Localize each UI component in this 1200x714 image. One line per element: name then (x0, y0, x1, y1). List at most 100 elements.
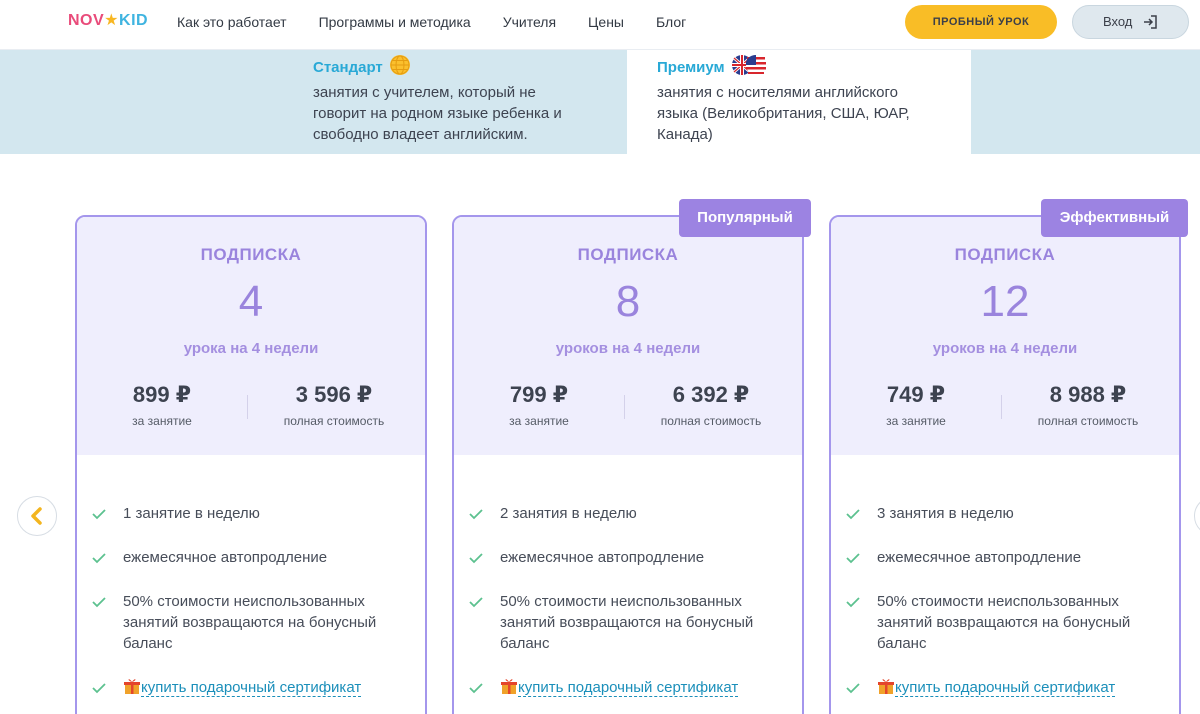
plan-period: урока на 4 недели (183, 340, 319, 357)
price-per-lesson: 749 ₽ за занятие (831, 382, 1001, 428)
premium-description: занятия с носителями английского языка (… (657, 82, 910, 145)
price-total-value: 6 392 ₽ (672, 382, 750, 407)
plan-card-4: ПОДПИСКА 4 урока на 4 недели 899 ₽ за за… (75, 215, 427, 714)
plan-lesson-count: 8 (615, 277, 641, 326)
globe-icon (389, 54, 411, 80)
plan-label: ПОДПИСКА (200, 245, 302, 264)
feature-item: 3 занятия в неделю (845, 503, 1165, 524)
price-total-label: полная стоимость (283, 414, 385, 428)
carousel-prev-button[interactable] (17, 496, 57, 536)
standard-title-row: Стандарт (313, 54, 562, 80)
feature-item: 2 занятия в неделю (468, 503, 788, 524)
price-total-value: 3 596 ₽ (295, 382, 373, 407)
feature-item: 50% стоимости неиспользованных занятий в… (845, 591, 1165, 654)
plan-period: уроков на 4 недели (932, 340, 1078, 357)
price-total-label: полная стоимость (1037, 414, 1139, 428)
price-per-lesson-label: за занятие (132, 414, 192, 428)
feature-item: ежемесячное автопродление (468, 547, 788, 568)
feature-item: 50% стоимости неиспользованных занятий в… (468, 591, 788, 654)
plan-label: ПОДПИСКА (577, 245, 679, 264)
price-per-lesson-value: 899 ₽ (132, 382, 192, 407)
feature-text: 50% стоимости неиспользованных занятий в… (500, 593, 754, 652)
novakid-logo[interactable]: NOV★KID (68, 10, 148, 38)
feature-text: ежемесячное автопродление (877, 549, 1082, 566)
check-icon (91, 594, 107, 615)
nav-teachers[interactable]: Учителя (503, 13, 556, 31)
plan-card-12: ПОДПИСКА 12 уроков на 4 недели 749 ₽ за … (829, 215, 1181, 714)
price-per-lesson-label: за занятие (509, 414, 569, 428)
logo-star-icon: ★ (104, 12, 120, 29)
price-per-lesson: 799 ₽ за занятие (454, 382, 624, 428)
price-divider (1001, 395, 1002, 419)
plan-period: уроков на 4 недели (555, 340, 701, 357)
check-icon (845, 506, 861, 527)
nav-blog[interactable]: Блог (656, 13, 686, 31)
check-icon (91, 550, 107, 571)
plan-card-8: ПОДПИСКА 8 уроков на 4 недели 799 ₽ за з… (452, 215, 804, 714)
premium-desc-line: Канада) (657, 126, 713, 143)
price-divider (247, 395, 248, 419)
feature-item: купить подарочный сертификат (845, 677, 1165, 698)
gift-icon (500, 679, 518, 696)
logo-text-kid: KID (119, 12, 149, 29)
gift-certificate-link[interactable]: купить подарочный сертификат (518, 679, 739, 697)
plan-features: 3 занятия в неделю ежемесячное автопродл… (845, 503, 1165, 714)
feature-item: купить подарочный сертификат (468, 677, 788, 698)
trial-lesson-button[interactable]: ПРОБНЫЙ УРОК (905, 5, 1057, 39)
feature-text: ежемесячное автопродление (123, 549, 328, 566)
check-icon (845, 550, 861, 571)
site-header: NOV★KID Как это работает Программы и мет… (0, 0, 1200, 50)
chevron-left-icon (31, 507, 42, 525)
premium-desc-line: занятия с носителями английского (657, 84, 898, 101)
teacher-type-standard[interactable]: Стандарт занятия с учителем, который не … (313, 54, 562, 145)
feature-text: 3 занятия в неделю (877, 505, 1014, 522)
feature-item: ежемесячное автопродление (91, 547, 411, 568)
standard-desc-line: говорит на родном языке ребенка и (313, 105, 562, 122)
nav-how-it-works[interactable]: Как это работает (177, 13, 287, 31)
standard-description: занятия с учителем, который не говорит н… (313, 82, 562, 145)
login-icon (1144, 14, 1157, 29)
premium-title-row: Премиум (657, 54, 910, 80)
plan-features: 2 занятия в неделю ежемесячное автопродл… (468, 503, 788, 714)
feature-item: купить подарочный сертификат (91, 677, 411, 698)
carousel-next-button[interactable] (1194, 496, 1200, 536)
check-icon (468, 506, 484, 527)
price-per-lesson-value: 799 ₽ (509, 382, 569, 407)
feature-item: 50% стоимости неиспользованных занятий в… (91, 591, 411, 654)
flags-icon (731, 54, 767, 80)
check-icon (845, 680, 861, 701)
logo-text-nov: NOV (68, 12, 105, 29)
gift-certificate-link[interactable]: купить подарочный сертификат (141, 679, 362, 697)
main-nav: Как это работает Программы и методика Уч… (177, 13, 718, 31)
check-icon (468, 594, 484, 615)
feature-text: 2 занятия в неделю (500, 505, 637, 522)
check-icon (91, 680, 107, 701)
check-icon (845, 594, 861, 615)
gift-icon (123, 679, 141, 696)
nav-programs[interactable]: Программы и методика (319, 13, 471, 31)
price-per-lesson-value: 749 ₽ (886, 382, 946, 407)
gift-certificate-link[interactable]: купить подарочный сертификат (895, 679, 1116, 697)
feature-text: 50% стоимости неиспользованных занятий в… (877, 593, 1131, 652)
price-total: 8 988 ₽ полная стоимость (1003, 382, 1173, 428)
price-total: 6 392 ₽ полная стоимость (626, 382, 796, 428)
plan-features: 1 занятие в неделю ежемесячное автопродл… (91, 503, 411, 714)
feature-item: 1 занятие в неделю (91, 503, 411, 524)
teacher-type-premium[interactable]: Премиум занятия с носителями английского… (657, 54, 910, 145)
check-icon (468, 550, 484, 571)
check-icon (468, 680, 484, 701)
login-button[interactable]: Вход (1072, 5, 1189, 39)
popular-badge: Популярный (679, 199, 811, 237)
effective-badge: Эффективный (1041, 199, 1188, 237)
nav-prices[interactable]: Цены (588, 13, 624, 31)
check-icon (91, 506, 107, 527)
feature-text: ежемесячное автопродление (500, 549, 705, 566)
price-per-lesson: 899 ₽ за занятие (77, 382, 247, 428)
feature-text: 50% стоимости неиспользованных занятий в… (123, 593, 377, 652)
premium-desc-line: языка (Великобритания, США, ЮАР, (657, 105, 910, 122)
teacher-type-band (0, 50, 1200, 154)
price-total-label: полная стоимость (660, 414, 762, 428)
gift-icon (877, 679, 895, 696)
standard-title: Стандарт (313, 58, 383, 76)
feature-item: ежемесячное автопродление (845, 547, 1165, 568)
